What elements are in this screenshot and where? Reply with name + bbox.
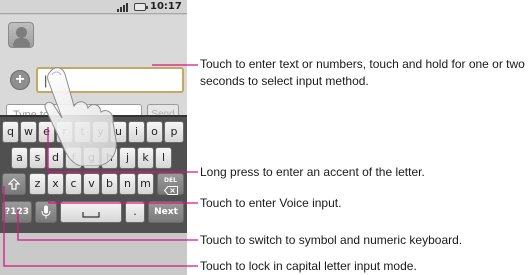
leader-line-accent xyxy=(47,127,198,173)
leader-line-voice xyxy=(48,200,198,204)
leader-line-symbols xyxy=(17,210,198,241)
callout-accent: Long press to enter an accent of the let… xyxy=(200,165,425,179)
callout-voice: Touch to enter Voice input. xyxy=(200,196,342,210)
callout-text-field: Touch to enter text or numbers, touch an… xyxy=(200,57,525,88)
callout-caps: Touch to lock in capital letter input mo… xyxy=(200,259,417,273)
leader-line-caps xyxy=(3,186,198,267)
callout-symbols: Touch to switch to symbol and numeric ke… xyxy=(200,233,463,247)
